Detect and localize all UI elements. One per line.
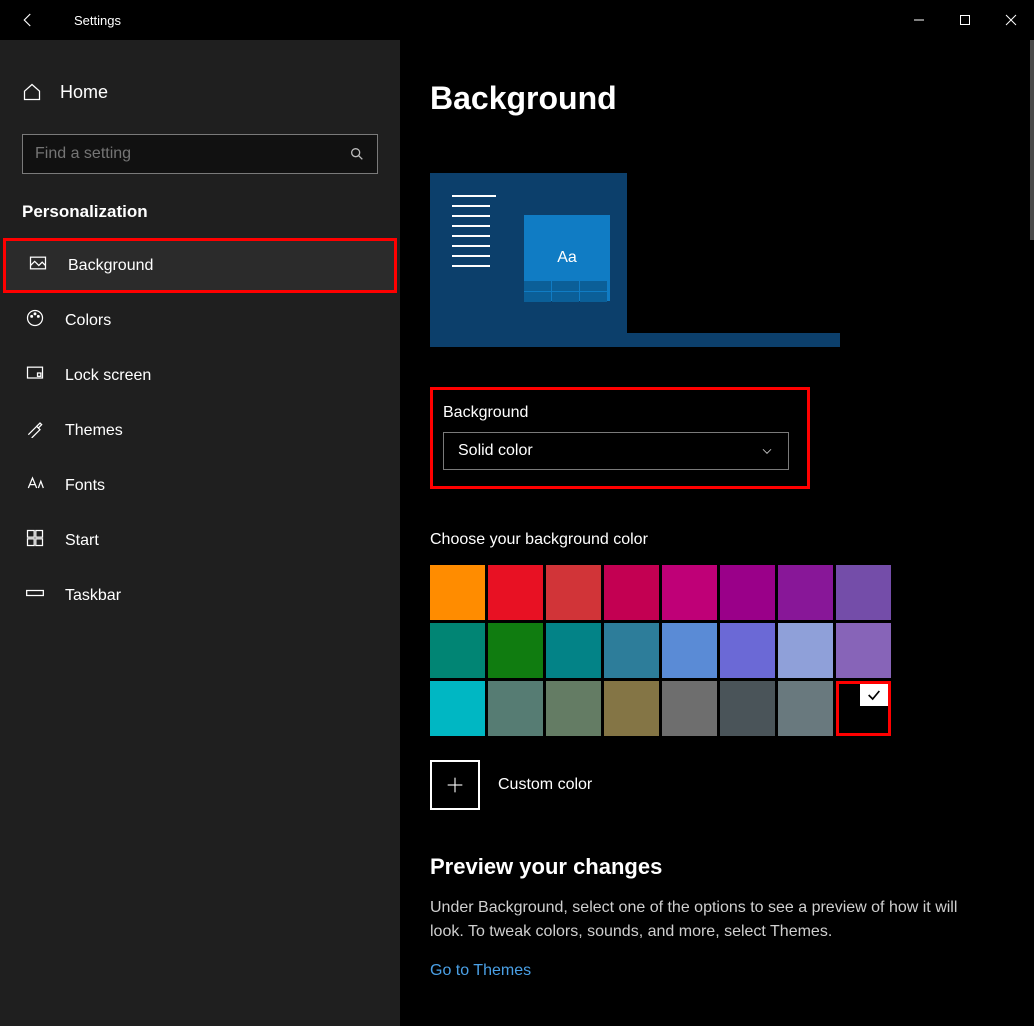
sidebar-item-themes[interactable]: Themes [3, 403, 397, 458]
checkmark-icon [860, 684, 888, 706]
color-swatch[interactable] [488, 623, 543, 678]
picture-icon [28, 253, 48, 278]
home-nav[interactable]: Home [0, 64, 400, 120]
start-icon [25, 528, 45, 553]
preview-changes-heading: Preview your changes [430, 854, 1004, 880]
fonts-icon [25, 473, 45, 498]
section-title: Personalization [0, 198, 400, 238]
close-button[interactable] [988, 5, 1034, 35]
color-swatch[interactable] [720, 565, 775, 620]
background-setting-group: Background Solid color [430, 387, 810, 489]
sidebar-item-label: Taskbar [65, 587, 121, 605]
color-swatch[interactable] [778, 623, 833, 678]
sidebar-item-colors[interactable]: Colors [3, 293, 397, 348]
color-grid [430, 565, 1004, 736]
background-dropdown-value: Solid color [458, 442, 533, 460]
search-input[interactable] [35, 145, 349, 163]
color-swatch[interactable] [836, 565, 891, 620]
go-to-themes-link[interactable]: Go to Themes [430, 962, 531, 980]
color-swatch[interactable] [662, 681, 717, 736]
desktop-preview: Aa [430, 173, 1004, 347]
color-swatch[interactable] [662, 565, 717, 620]
color-swatch[interactable] [604, 681, 659, 736]
search-box[interactable] [22, 134, 378, 174]
color-swatch[interactable] [604, 565, 659, 620]
sidebar-item-start[interactable]: Start [3, 513, 397, 568]
background-dropdown[interactable]: Solid color [443, 432, 789, 470]
color-swatch[interactable] [720, 681, 775, 736]
color-swatch[interactable] [604, 623, 659, 678]
sidebar-item-label: Start [65, 532, 99, 550]
sidebar-item-taskbar[interactable]: Taskbar [3, 568, 397, 623]
color-swatch[interactable] [430, 623, 485, 678]
lock-screen-icon [25, 363, 45, 388]
custom-color-button[interactable] [430, 760, 480, 810]
sidebar-item-fonts[interactable]: Fonts [3, 458, 397, 513]
choose-color-label: Choose your background color [430, 531, 1004, 549]
color-swatch[interactable] [546, 565, 601, 620]
home-label: Home [60, 82, 108, 103]
color-swatch[interactable] [430, 681, 485, 736]
content-area: Background Aa Background Solid color Cho… [400, 40, 1034, 1026]
maximize-button[interactable] [942, 5, 988, 35]
palette-icon [25, 308, 45, 333]
title-bar: Settings [0, 0, 1034, 40]
color-swatch[interactable] [720, 623, 775, 678]
color-swatch[interactable] [662, 623, 717, 678]
color-swatch[interactable] [488, 565, 543, 620]
color-swatch[interactable] [778, 681, 833, 736]
chevron-down-icon [760, 444, 774, 458]
color-swatch[interactable] [430, 565, 485, 620]
color-swatch[interactable] [546, 681, 601, 736]
sidebar-item-label: Fonts [65, 477, 105, 495]
preview-changes-description: Under Background, select one of the opti… [430, 896, 990, 944]
sidebar-item-label: Lock screen [65, 367, 151, 385]
page-title: Background [430, 80, 1004, 117]
minimize-button[interactable] [896, 5, 942, 35]
custom-color-label: Custom color [498, 776, 592, 794]
sidebar-item-lock-screen[interactable]: Lock screen [3, 348, 397, 403]
themes-icon [25, 418, 45, 443]
color-swatch[interactable] [488, 681, 543, 736]
scrollbar[interactable] [1030, 40, 1034, 240]
color-swatch[interactable] [778, 565, 833, 620]
background-label: Background [443, 404, 797, 422]
color-swatch[interactable] [546, 623, 601, 678]
sidebar-item-label: Colors [65, 312, 111, 330]
window-title: Settings [74, 13, 121, 28]
sidebar-item-label: Background [68, 257, 153, 275]
search-icon [349, 146, 365, 162]
home-icon [22, 82, 42, 102]
color-swatch[interactable] [836, 681, 891, 736]
plus-icon [444, 774, 466, 796]
sidebar: Home Personalization Background Colors Loc… [0, 40, 400, 1026]
color-swatch[interactable] [836, 623, 891, 678]
sidebar-item-background[interactable]: Background [3, 238, 397, 293]
back-button[interactable] [12, 4, 44, 36]
sidebar-item-label: Themes [65, 422, 123, 440]
taskbar-icon [25, 583, 45, 608]
